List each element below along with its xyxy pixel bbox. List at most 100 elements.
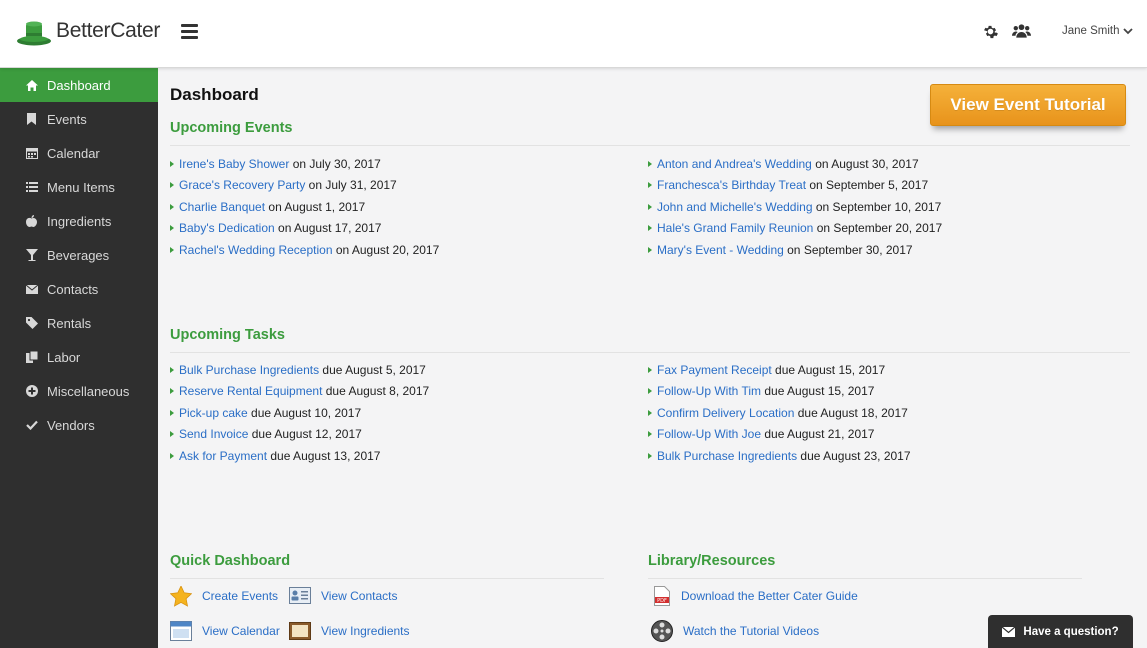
contacts-card-icon bbox=[289, 586, 311, 606]
upcoming-events-list-left: Irene's Baby Shower on July 30, 2017 Gra… bbox=[170, 154, 439, 261]
quick-create-events[interactable]: Create Events bbox=[170, 585, 278, 607]
sidebar-item-menu-items[interactable]: Menu Items bbox=[0, 170, 158, 204]
sidebar-item-ingredients[interactable]: Ingredients bbox=[0, 204, 158, 238]
cocktail-icon bbox=[25, 249, 38, 262]
list-item: Follow-Up With Tim due August 15, 2017 bbox=[648, 381, 911, 402]
quick-view-calendar[interactable]: View Calendar bbox=[170, 621, 280, 641]
task-link[interactable]: Fax Payment Receipt bbox=[657, 363, 772, 377]
task-link[interactable]: Ask for Payment bbox=[179, 449, 267, 463]
list-item: Fax Payment Receipt due August 15, 2017 bbox=[648, 360, 911, 381]
event-date: on August 30, 2017 bbox=[811, 157, 919, 171]
list-item: Bulk Purchase Ingredients due August 5, … bbox=[170, 360, 429, 381]
view-ingredients-link[interactable]: View Ingredients bbox=[321, 624, 410, 638]
sidebar-item-vendors[interactable]: Vendors bbox=[0, 408, 158, 442]
sidebar-item-calendar[interactable]: Calendar bbox=[0, 136, 158, 170]
event-link[interactable]: John and Michelle's Wedding bbox=[657, 200, 813, 214]
task-link[interactable]: Follow-Up With Joe bbox=[657, 427, 761, 441]
event-date: on July 31, 2017 bbox=[305, 178, 397, 193]
sidebar: Dashboard Events Calendar Menu Items Ing… bbox=[0, 68, 158, 648]
watch-videos-link[interactable]: Watch the Tutorial Videos bbox=[683, 624, 819, 638]
view-contacts-link[interactable]: View Contacts bbox=[321, 589, 397, 603]
library-videos[interactable]: Watch the Tutorial Videos bbox=[651, 620, 819, 642]
list-item: Bulk Purchase Ingredients due August 23,… bbox=[648, 446, 911, 467]
task-due: due August 10, 2017 bbox=[247, 405, 362, 420]
calendar-icon bbox=[170, 621, 192, 641]
copy-icon bbox=[25, 351, 38, 364]
download-guide-link[interactable]: Download the Better Cater Guide bbox=[681, 589, 858, 603]
envelope-icon bbox=[25, 283, 38, 296]
view-event-tutorial-button[interactable]: View Event Tutorial bbox=[930, 84, 1126, 126]
event-link[interactable]: Franchesca's Birthday Treat bbox=[657, 178, 806, 192]
task-link[interactable]: Follow-Up With Tim bbox=[657, 384, 761, 398]
upcoming-events-list-right: Anton and Andrea's Wedding on August 30,… bbox=[648, 154, 942, 261]
task-link[interactable]: Reserve Rental Equipment bbox=[179, 384, 322, 398]
quick-view-ingredients[interactable]: View Ingredients bbox=[289, 621, 410, 641]
event-link[interactable]: Hale's Grand Family Reunion bbox=[657, 221, 813, 235]
task-link[interactable]: Confirm Delivery Location bbox=[657, 406, 794, 420]
list-item: Baby's Dedication on August 17, 2017 bbox=[170, 218, 439, 239]
task-due: due August 15, 2017 bbox=[761, 384, 875, 399]
create-events-link[interactable]: Create Events bbox=[202, 589, 278, 603]
task-link[interactable]: Bulk Purchase Ingredients bbox=[657, 449, 797, 463]
event-link[interactable]: Mary's Event - Wedding bbox=[657, 243, 784, 257]
logo-text: BetterCater bbox=[56, 19, 161, 42]
svg-text:PDF: PDF bbox=[657, 598, 667, 604]
have-a-question-button[interactable]: Have a question? bbox=[988, 615, 1133, 648]
sidebar-item-label: Vendors bbox=[47, 417, 95, 433]
sidebar-item-dashboard[interactable]: Dashboard bbox=[0, 68, 158, 102]
home-icon bbox=[25, 79, 38, 92]
user-name: Jane Smith bbox=[1062, 25, 1120, 37]
task-due: due August 13, 2017 bbox=[267, 448, 381, 463]
event-link[interactable]: Baby's Dedication bbox=[179, 221, 275, 235]
sidebar-item-labor[interactable]: Labor bbox=[0, 340, 158, 374]
task-due: due August 12, 2017 bbox=[248, 427, 362, 442]
sidebar-item-miscellaneous[interactable]: Miscellaneous bbox=[0, 374, 158, 408]
list-item: Franchesca's Birthday Treat on September… bbox=[648, 175, 942, 196]
event-link[interactable]: Charlie Banquet bbox=[179, 200, 265, 214]
film-reel-icon bbox=[651, 620, 673, 642]
sidebar-item-label: Ingredients bbox=[47, 213, 112, 229]
gear-icon[interactable] bbox=[983, 24, 998, 44]
library-guide[interactable]: PDF Download the Better Cater Guide bbox=[653, 586, 858, 606]
event-date: on September 30, 2017 bbox=[783, 242, 913, 257]
logo[interactable]: BetterCater bbox=[16, 16, 160, 46]
user-menu[interactable]: Jane Smith bbox=[1062, 25, 1133, 37]
event-link[interactable]: Anton and Andrea's Wedding bbox=[657, 157, 812, 171]
task-due: due August 18, 2017 bbox=[794, 405, 908, 420]
list-item: Reserve Rental Equipment due August 8, 2… bbox=[170, 381, 429, 402]
sidebar-item-rentals[interactable]: Rentals bbox=[0, 306, 158, 340]
task-due: due August 8, 2017 bbox=[322, 384, 430, 399]
sidebar-item-events[interactable]: Events bbox=[0, 102, 158, 136]
event-date: on August 17, 2017 bbox=[274, 221, 382, 236]
quick-view-contacts[interactable]: View Contacts bbox=[289, 586, 397, 606]
logo-hat-icon bbox=[16, 16, 52, 46]
sidebar-item-label: Miscellaneous bbox=[47, 383, 130, 399]
event-link[interactable]: Rachel's Wedding Reception bbox=[179, 243, 333, 257]
sidebar-item-label: Calendar bbox=[47, 145, 100, 161]
plus-circle-icon bbox=[25, 385, 38, 398]
sidebar-item-label: Events bbox=[47, 111, 87, 127]
list-item: Rachel's Wedding Reception on August 20,… bbox=[170, 240, 439, 261]
task-link[interactable]: Bulk Purchase Ingredients bbox=[179, 363, 319, 377]
sidebar-item-contacts[interactable]: Contacts bbox=[0, 272, 158, 306]
view-calendar-link[interactable]: View Calendar bbox=[202, 624, 280, 638]
tag-icon bbox=[25, 317, 38, 330]
sidebar-item-label: Beverages bbox=[47, 247, 110, 263]
users-icon[interactable] bbox=[1012, 23, 1031, 44]
sidebar-item-label: Dashboard bbox=[47, 77, 111, 93]
star-icon bbox=[170, 585, 192, 607]
list-item: Mary's Event - Wedding on September 30, … bbox=[648, 240, 942, 261]
upcoming-events-title: Upcoming Events bbox=[170, 120, 293, 136]
task-due: due August 21, 2017 bbox=[761, 427, 875, 442]
sidebar-item-beverages[interactable]: Beverages bbox=[0, 238, 158, 272]
event-link[interactable]: Grace's Recovery Party bbox=[179, 178, 305, 192]
list-item: Send Invoice due August 12, 2017 bbox=[170, 424, 429, 445]
hamburger-icon[interactable] bbox=[181, 24, 198, 39]
upcoming-tasks-list-left: Bulk Purchase Ingredients due August 5, … bbox=[170, 360, 429, 467]
task-link[interactable]: Send Invoice bbox=[179, 427, 248, 441]
event-link[interactable]: Irene's Baby Shower bbox=[179, 157, 289, 171]
task-link[interactable]: Pick-up cake bbox=[179, 406, 248, 420]
page-title: Dashboard bbox=[170, 85, 259, 104]
list-item: Hale's Grand Family Reunion on September… bbox=[648, 218, 942, 239]
chevron-down-icon bbox=[1122, 28, 1133, 35]
